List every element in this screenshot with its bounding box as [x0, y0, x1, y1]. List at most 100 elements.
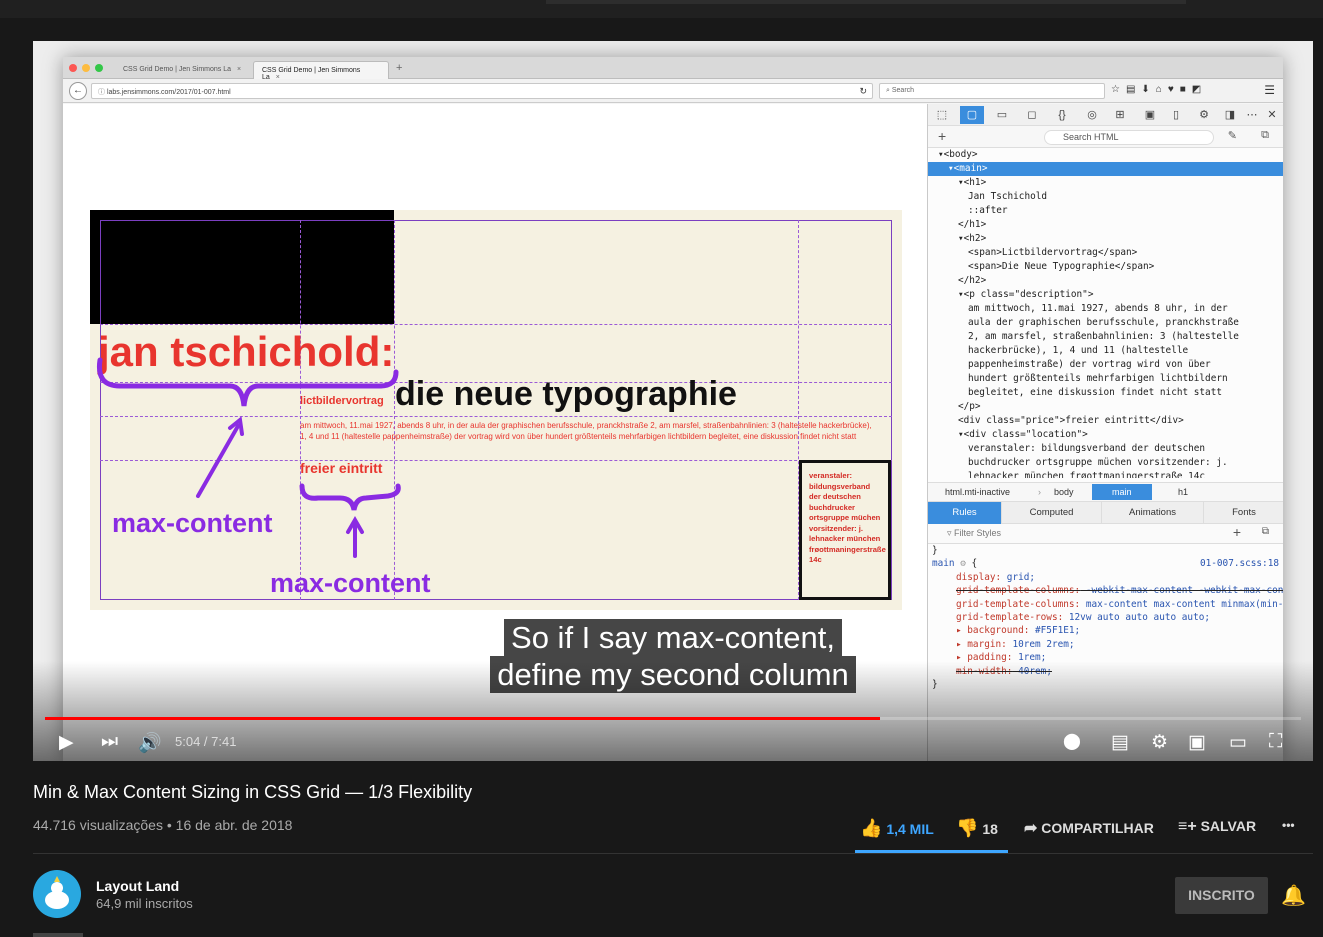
- rule-declaration[interactable]: grid-template-columns: max-content max-c…: [928, 598, 1283, 611]
- new-tab-button[interactable]: +: [396, 62, 402, 74]
- settings-gear-icon[interactable]: ⚙: [1151, 731, 1168, 754]
- rule-declaration[interactable]: ▸ margin: 10rem 2rem;: [928, 638, 1283, 651]
- markup-line[interactable]: 2, am marsfel, straßenbahnlinien: 3 (hal…: [928, 330, 1283, 344]
- toolbar-icons[interactable]: ☆▤⬇⌂♥■◩: [1111, 84, 1207, 95]
- markup-line[interactable]: begleitet, eine diskussion findet nicht …: [928, 386, 1283, 400]
- subscribed-button[interactable]: INSCRITO: [1175, 877, 1268, 914]
- rule-declaration[interactable]: grid-template-columns: -webkit-max-conte…: [928, 584, 1283, 597]
- markup-line[interactable]: </h1>: [928, 218, 1283, 232]
- rules-tabs: Rules Computed Animations Fonts: [928, 502, 1283, 524]
- tab-computed[interactable]: Computed: [1002, 502, 1102, 524]
- settings-gear-icon[interactable]: ⚙: [1192, 106, 1216, 124]
- markup-line[interactable]: ▾<main>: [928, 162, 1283, 176]
- add-rule-icon[interactable]: +: [1233, 524, 1241, 540]
- avatar[interactable]: [33, 870, 81, 918]
- browser-search-field[interactable]: ⌕ Search: [879, 83, 1105, 99]
- markup-line[interactable]: ▾<body>: [928, 148, 1283, 162]
- markup-line[interactable]: aula der graphischen berufsschule, pranc…: [928, 316, 1283, 330]
- share-button[interactable]: ➦ COMPARTILHAR: [1024, 818, 1154, 838]
- close-devtools-icon[interactable]: ✕: [1260, 106, 1284, 124]
- responsive-icon[interactable]: ▯: [1164, 106, 1188, 124]
- url-field[interactable]: ⓘ labs.jensimmons.com/2017/01-007.html ↻: [91, 83, 873, 99]
- markup-line[interactable]: </p>: [928, 400, 1283, 414]
- share-arrow-icon: ➦: [1024, 820, 1038, 837]
- back-arrow-icon[interactable]: ←: [69, 82, 87, 100]
- markup-line[interactable]: ::after: [928, 204, 1283, 218]
- caption-line-2: define my second column: [490, 656, 856, 693]
- storage-icon[interactable]: ▣: [1138, 106, 1162, 124]
- rule-declaration[interactable]: grid-template-rows: 12vw auto auto auto …: [928, 611, 1283, 624]
- save-label: SALVAR: [1200, 818, 1257, 834]
- hamburger-menu-icon[interactable]: ☰: [1264, 83, 1275, 97]
- markup-line[interactable]: ▾<h1>: [928, 176, 1283, 190]
- style-editor-icon[interactable]: {}: [1050, 106, 1074, 124]
- add-node-icon[interactable]: +: [938, 128, 946, 144]
- more-actions-button[interactable]: •••: [1282, 818, 1295, 832]
- tab-animations[interactable]: Animations: [1102, 502, 1204, 524]
- search-html-input[interactable]: Search HTML: [1044, 130, 1214, 145]
- network-icon[interactable]: ⊞: [1108, 106, 1132, 124]
- rule-selector[interactable]: main: [932, 558, 955, 569]
- volume-icon[interactable]: 🔊: [138, 731, 162, 755]
- rule-declaration[interactable]: display: grid;: [928, 571, 1283, 584]
- markup-line[interactable]: Jan Tschichold: [928, 190, 1283, 204]
- markup-line[interactable]: hackerbrücke), 1, 4 und 11 (haltestelle: [928, 344, 1283, 358]
- performance-icon[interactable]: ◎: [1080, 106, 1104, 124]
- markup-line[interactable]: veranstaler: bildungsverband der deutsch…: [928, 442, 1283, 456]
- play-icon[interactable]: ▶: [59, 731, 74, 754]
- markup-line[interactable]: am mittwoch, 11.mai 1927, abends 8 uhr, …: [928, 302, 1283, 316]
- miniplayer-icon[interactable]: ▣: [1188, 731, 1206, 754]
- dislike-button[interactable]: 👎 18: [956, 818, 998, 839]
- markup-line[interactable]: <div class="price">freier eintritt</div>: [928, 414, 1283, 428]
- youtube-topbar: [0, 0, 1323, 18]
- breadcrumb-body[interactable]: body: [1054, 487, 1074, 497]
- channel-name[interactable]: Layout Land: [96, 878, 179, 894]
- eyedropper-icon[interactable]: ✎: [1228, 129, 1237, 142]
- markup-line[interactable]: ▾<h2>: [928, 232, 1283, 246]
- search-bar-stub[interactable]: [546, 0, 1186, 4]
- reload-icon[interactable]: ↻: [859, 86, 867, 97]
- markup-line[interactable]: lehnacker münchen frøottmaningerstraße 1…: [928, 470, 1283, 478]
- debugger-icon[interactable]: ◻: [1020, 106, 1044, 124]
- close-tab-icon[interactable]: ×: [237, 66, 241, 73]
- markup-line[interactable]: <span>Lictbildervortrag</span>: [928, 246, 1283, 260]
- dock-icon[interactable]: ◨: [1218, 106, 1242, 124]
- breadcrumb-main[interactable]: main: [1092, 484, 1152, 500]
- progress-bar[interactable]: [45, 717, 1301, 720]
- bell-icon[interactable]: 🔔: [1281, 883, 1306, 908]
- tab-rules[interactable]: Rules: [928, 502, 1002, 524]
- next-icon[interactable]: ⏭: [101, 731, 118, 753]
- breadcrumb-html[interactable]: html.mti-inactive: [945, 487, 1010, 497]
- markup-line[interactable]: ▾<div class="location">: [928, 428, 1283, 442]
- filter-styles-row: ▿ Filter Styles + ⧉: [928, 524, 1283, 544]
- markup-line[interactable]: hundert größtenteils mehrfarbigen lichtb…: [928, 372, 1283, 386]
- devtools-toolbar: ⬚ ▢ ▭ ◻ {} ◎ ⊞ ▣ ▯ ⚙ ◨ ⋯ ✕: [928, 104, 1283, 126]
- markup-line[interactable]: ▾<p class="description">: [928, 288, 1283, 302]
- save-button[interactable]: ≡+ SALVAR: [1178, 818, 1256, 836]
- markup-line[interactable]: <span>Die Neue Typographie</span>: [928, 260, 1283, 274]
- markup-line[interactable]: buchdrucker ortsgruppe müchen vorsitzend…: [928, 456, 1283, 470]
- subtitles-icon[interactable]: ▤: [1111, 731, 1129, 754]
- browser-tab-2[interactable]: CSS Grid Demo | Jen Simmons La ×: [253, 61, 389, 81]
- theater-mode-icon[interactable]: ▭: [1229, 731, 1247, 754]
- tab-fonts[interactable]: Fonts: [1204, 502, 1284, 524]
- filter-styles-input[interactable]: ▿ Filter Styles: [933, 527, 1217, 542]
- like-button[interactable]: 👍 1,4 MIL: [860, 818, 934, 839]
- rule-declaration[interactable]: ▸ background: #F5F1E1;: [928, 624, 1283, 637]
- fullscreen-icon[interactable]: ⛶: [1269, 731, 1282, 753]
- captions: So if I say max-content, define my secon…: [483, 619, 863, 693]
- markup-view[interactable]: ▾<body> ▾<main> ▾<h1> Jan Tschichold::after…: [928, 148, 1283, 478]
- inspector-icon[interactable]: ▢: [960, 106, 984, 124]
- console-icon[interactable]: ▭: [990, 106, 1014, 124]
- rule-source-link[interactable]: 01-007.scss:18: [1200, 557, 1279, 570]
- markup-line[interactable]: pappenheimstraße) der vortrag wird von ü…: [928, 358, 1283, 372]
- breadcrumb-h1[interactable]: h1: [1178, 487, 1188, 497]
- element-picker-icon[interactable]: ⬚: [930, 106, 954, 124]
- search-html-placeholder: Search HTML: [1063, 132, 1119, 142]
- autoplay-toggle-icon[interactable]: ⬤: [1063, 731, 1081, 751]
- toggle-classes-icon[interactable]: ⧉: [1262, 526, 1269, 537]
- browser-tab-1[interactable]: CSS Grid Demo | Jen Simmons La ×: [115, 61, 251, 79]
- video-player[interactable]: CSS Grid Demo | Jen Simmons La × CSS Grid…: [33, 41, 1313, 761]
- markup-line[interactable]: </h2>: [928, 274, 1283, 288]
- screenshot-icon[interactable]: ⧉: [1261, 129, 1269, 142]
